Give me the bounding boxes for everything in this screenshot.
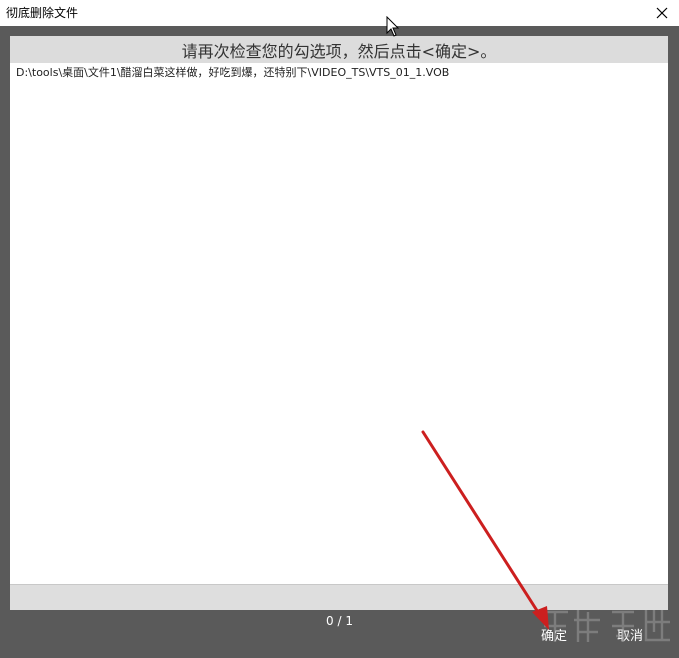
title-bar: 彻底删除文件	[0, 0, 679, 26]
close-icon	[656, 7, 668, 19]
instruction-banner: 请再次检查您的勾选项，然后点击<确定>。	[10, 36, 668, 63]
list-footer	[10, 584, 668, 610]
delete-files-dialog: 彻底删除文件 请再次检查您的勾选项，然后点击<确定>。 D:\tools\桌面\…	[0, 0, 679, 658]
file-list[interactable]: D:\tools\桌面\文件1\醋溜白菜这样做，好吃到爆，还特别下\VIDEO_…	[10, 63, 668, 584]
cancel-button[interactable]: 取消	[617, 625, 643, 644]
close-button[interactable]	[645, 0, 679, 26]
list-item[interactable]: D:\tools\桌面\文件1\醋溜白菜这样做，好吃到爆，还特别下\VIDEO_…	[16, 66, 449, 80]
page-counter: 0 / 1	[326, 614, 353, 628]
ok-button[interactable]: 确定	[541, 625, 567, 644]
window-title: 彻底删除文件	[6, 6, 79, 20]
instruction-text: 请再次检查您的勾选项，然后点击<确定>。	[181, 41, 497, 61]
mouse-cursor-icon	[386, 16, 400, 37]
